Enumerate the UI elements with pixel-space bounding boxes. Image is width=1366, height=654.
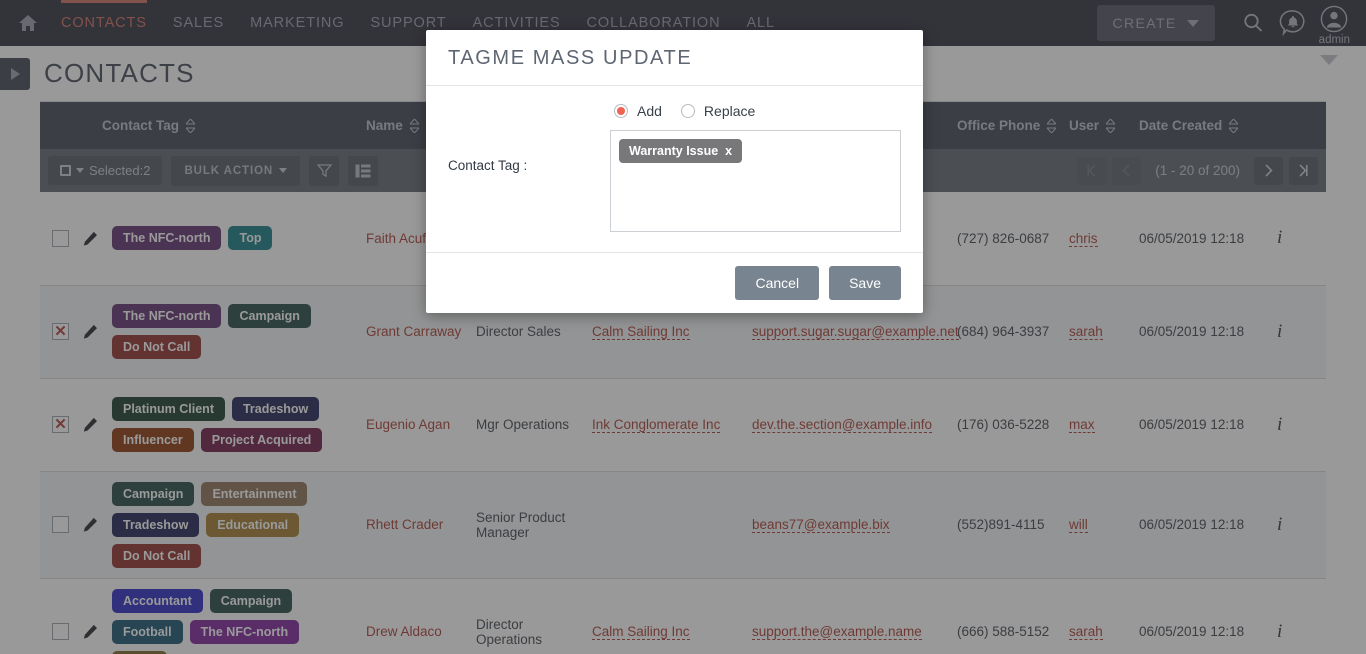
remove-tag-icon[interactable]: x (725, 144, 732, 158)
tagme-mass-update-dialog: TAGME MASS UPDATE Contact Tag : Add Repl… (426, 30, 923, 313)
dialog-body: Contact Tag : Add Replace Warranty Issue… (426, 86, 923, 252)
tag-input-box[interactable]: Warranty Issue x (610, 130, 901, 232)
mode-radio-group: Add Replace (610, 103, 901, 119)
app-root: CONTACTS SALES MARKETING SUPPORT ACTIVIT… (0, 0, 1366, 654)
dialog-title: TAGME MASS UPDATE (448, 47, 693, 69)
save-button[interactable]: Save (829, 266, 901, 300)
radio-add[interactable] (614, 104, 628, 118)
contact-tag-field: Add Replace Warranty Issue x (610, 103, 901, 232)
cancel-button[interactable]: Cancel (735, 266, 820, 300)
dialog-footer: Cancel Save (426, 252, 923, 313)
radio-replace[interactable] (680, 104, 695, 118)
radio-replace-label[interactable]: Replace (704, 103, 755, 119)
tag-chip: Warranty Issue x (619, 139, 743, 163)
radio-add-label[interactable]: Add (637, 103, 662, 119)
dialog-header: TAGME MASS UPDATE (426, 30, 923, 86)
tag-chip-label: Warranty Issue (629, 144, 719, 158)
contact-tag-field-label: Contact Tag : (448, 158, 528, 173)
